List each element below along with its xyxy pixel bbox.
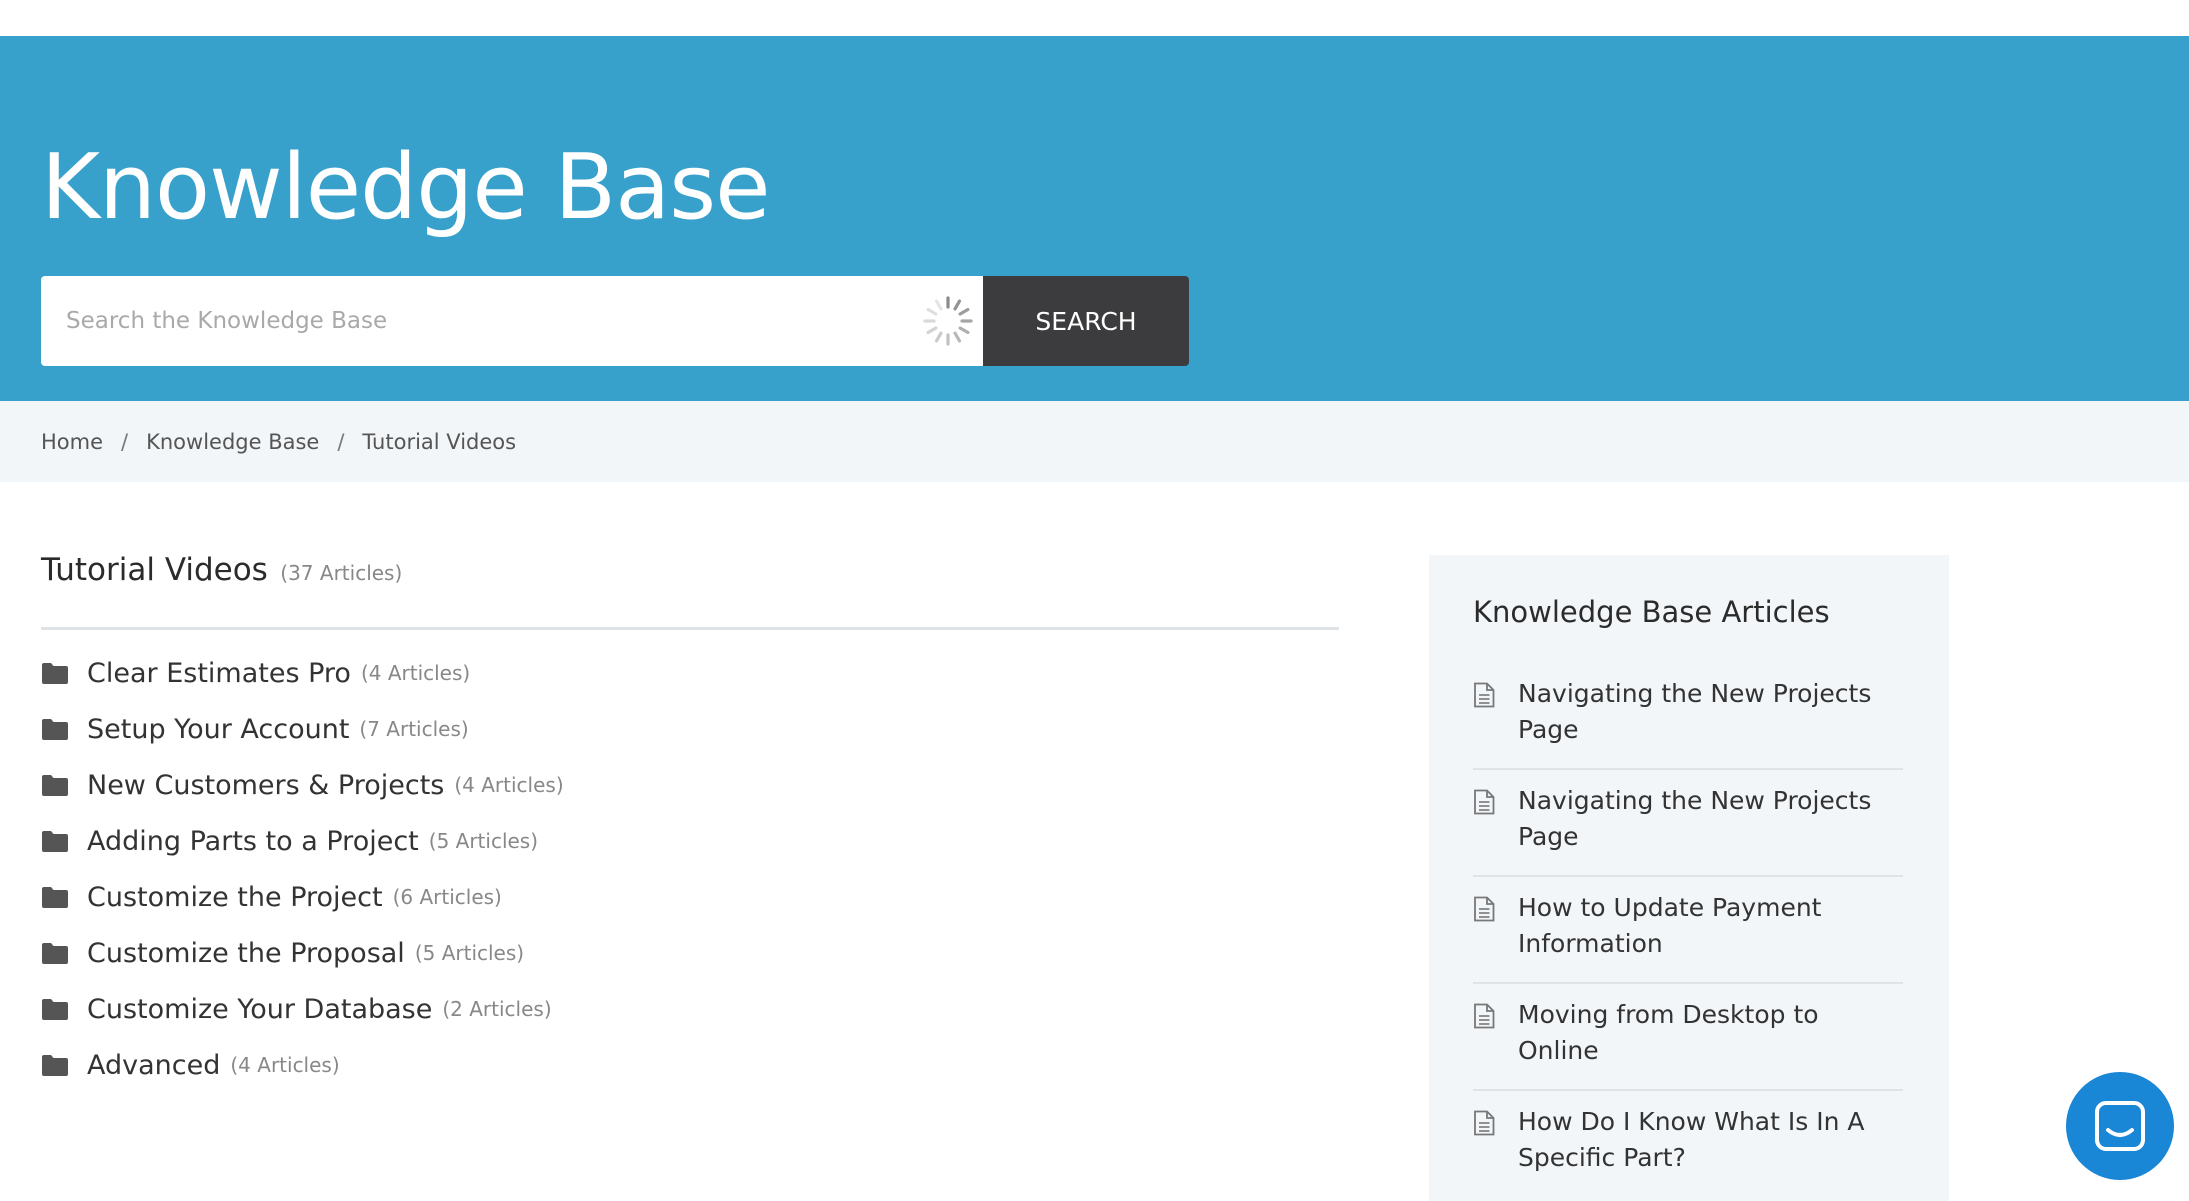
folder-icon	[42, 1055, 68, 1076]
article-item[interactable]: Moving from Desktop to Online	[1473, 984, 1903, 1091]
category-label[interactable]: Advanced	[87, 1050, 220, 1081]
category-count: (2 Articles)	[442, 997, 552, 1021]
category-count: (5 Articles)	[414, 941, 525, 965]
category-count: (5 Articles)	[428, 829, 539, 853]
category-item[interactable]: Customize the Project (6 Articles)	[41, 869, 564, 925]
section-article-count: (37 Articles)	[280, 561, 403, 585]
category-label[interactable]: New Customers & Projects	[87, 770, 444, 801]
hero-banner: Knowledge Base SEARCH	[0, 36, 2189, 401]
article-item[interactable]: Navigating the New Projects Page	[1473, 770, 1903, 877]
article-link[interactable]: Moving from Desktop to Online	[1518, 997, 1903, 1069]
sidebar-title: Knowledge Base Articles	[1473, 595, 1830, 629]
category-item[interactable]: Customize the Proposal (5 Articles)	[41, 925, 564, 981]
category-count: (6 Articles)	[392, 885, 502, 909]
page-title: Knowledge Base	[41, 135, 770, 240]
section-title: Tutorial Videos	[41, 552, 268, 588]
article-link[interactable]: How to Update Payment Information	[1518, 890, 1903, 962]
folder-icon	[42, 887, 68, 908]
spinner-icon	[923, 296, 973, 346]
breadcrumb-current: Tutorial Videos	[362, 429, 517, 454]
article-item[interactable]: Navigating the New Projects Page	[1473, 663, 1903, 770]
category-count: (4 Articles)	[230, 1053, 340, 1077]
folder-icon	[42, 719, 68, 740]
folder-icon	[42, 943, 68, 964]
category-count: (4 Articles)	[454, 773, 564, 797]
folder-icon	[42, 999, 68, 1020]
breadcrumb: Home / Knowledge Base / Tutorial Videos	[41, 401, 516, 482]
category-label[interactable]: Customize the Proposal	[87, 938, 405, 969]
section-header: Tutorial Videos (37 Articles)	[41, 552, 1339, 630]
article-link[interactable]: How Do I Know What Is In A Specific Part…	[1518, 1104, 1903, 1176]
category-item[interactable]: New Customers & Projects (4 Articles)	[41, 757, 564, 813]
category-item[interactable]: Clear Estimates Pro (4 Articles)	[41, 645, 564, 701]
breadcrumb-home[interactable]: Home	[41, 430, 103, 454]
chat-icon	[2095, 1101, 2145, 1151]
search-box	[41, 276, 984, 366]
document-icon	[1474, 896, 1495, 922]
document-icon	[1474, 1003, 1495, 1029]
article-item[interactable]: How to Update Payment Information	[1473, 877, 1903, 984]
category-label[interactable]: Setup Your Account	[87, 714, 349, 745]
category-label[interactable]: Customize the Project	[87, 882, 383, 913]
search-button[interactable]: SEARCH	[983, 276, 1189, 366]
breadcrumb-separator: /	[121, 429, 129, 454]
article-item[interactable]: How Do I Know What Is In A Specific Part…	[1473, 1091, 1903, 1196]
category-list: Clear Estimates Pro (4 Articles) Setup Y…	[41, 645, 564, 1093]
category-label[interactable]: Clear Estimates Pro	[87, 658, 351, 689]
category-count: (4 Articles)	[360, 661, 471, 685]
chat-launcher-button[interactable]	[2066, 1072, 2174, 1180]
category-item[interactable]: Setup Your Account (7 Articles)	[41, 701, 564, 757]
article-link[interactable]: Navigating the New Projects Page	[1518, 783, 1903, 855]
category-label[interactable]: Customize Your Database	[87, 994, 432, 1025]
folder-icon	[42, 831, 68, 852]
category-item[interactable]: Advanced (4 Articles)	[41, 1037, 564, 1093]
sidebar: Knowledge Base Articles Navigating the N…	[1429, 555, 1949, 1201]
folder-icon	[42, 775, 68, 796]
breadcrumb-knowledge-base[interactable]: Knowledge Base	[146, 430, 319, 454]
article-link[interactable]: Navigating the New Projects Page	[1518, 676, 1903, 748]
article-list: Navigating the New Projects Page Navigat…	[1473, 663, 1903, 1196]
document-icon	[1474, 682, 1495, 708]
category-count: (7 Articles)	[359, 717, 469, 741]
category-item[interactable]: Customize Your Database (2 Articles)	[41, 981, 564, 1037]
category-label[interactable]: Adding Parts to a Project	[87, 826, 419, 857]
breadcrumb-bar: Home / Knowledge Base / Tutorial Videos	[0, 401, 2189, 482]
breadcrumb-separator: /	[337, 429, 345, 454]
document-icon	[1474, 1110, 1495, 1136]
document-icon	[1474, 789, 1495, 815]
category-item[interactable]: Adding Parts to a Project (5 Articles)	[41, 813, 564, 869]
search-input[interactable]	[41, 276, 891, 366]
folder-icon	[42, 663, 68, 684]
